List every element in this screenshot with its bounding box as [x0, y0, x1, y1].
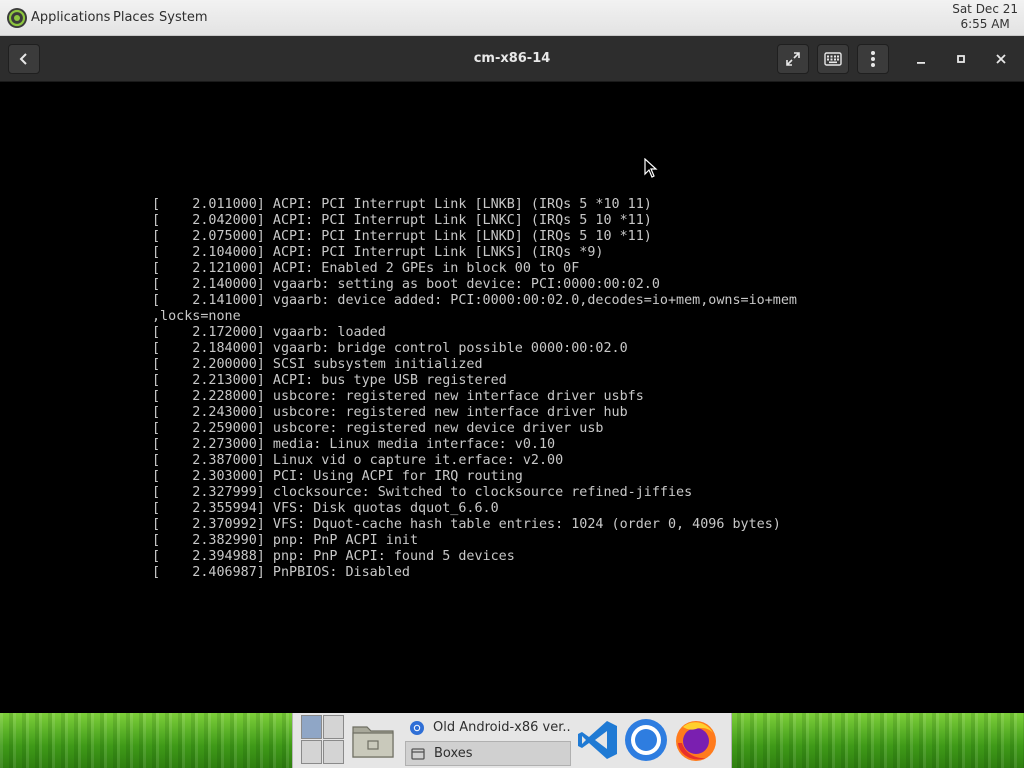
console-line: [ 2.104000] ACPI: PCI Interrupt Link [LN…: [152, 245, 604, 260]
firefox-icon[interactable]: [673, 717, 719, 763]
console-line: [ 2.327999] clocksource: Switched to clo…: [152, 485, 693, 500]
console-line: [ 2.184000] vgaarb: bridge control possi…: [152, 341, 628, 356]
boxes-icon: [411, 747, 425, 760]
window-header: cm-x86-14: [0, 36, 1024, 82]
chromium-icon[interactable]: [623, 717, 669, 763]
console-line: [ 2.243000] usbcore: registered new inte…: [152, 405, 628, 420]
keyboard-button[interactable]: [817, 44, 849, 74]
task-boxes[interactable]: Boxes: [405, 741, 571, 766]
console-line: [ 2.259000] usbcore: registered new devi…: [152, 421, 604, 436]
menu-system[interactable]: System: [159, 10, 207, 26]
console-line: [ 2.140000] vgaarb: setting as boot devi…: [152, 277, 660, 292]
workspace-4[interactable]: [323, 740, 344, 764]
console-line: [ 2.303000] PCI: Using ACPI for IRQ rout…: [152, 469, 523, 484]
task-label: Old Android-x86 ver...: [433, 720, 571, 735]
console-line: ,locks=none: [152, 309, 241, 324]
console-line: [ 2.172000] vgaarb: loaded: [152, 325, 386, 340]
console-line: [ 2.370992] VFS: Dquot-cache hash table …: [152, 517, 781, 532]
clock[interactable]: Sat Dec 21 6:55 AM: [952, 2, 1018, 32]
console-line: [ 2.273000] media: Linux media interface…: [152, 437, 556, 452]
taskbar-dock: Old Android-x86 ver... Boxes: [292, 713, 732, 768]
console-line: [ 2.355994] VFS: Disk quotas dquot_6.6.0: [152, 501, 499, 516]
console-line: [ 2.042000] ACPI: PCI Interrupt Link [LN…: [152, 213, 652, 228]
close-icon: [996, 54, 1006, 64]
mouse-pointer-icon: [644, 158, 658, 178]
workspace-3[interactable]: [301, 740, 322, 764]
vscode-icon[interactable]: [575, 717, 621, 763]
clock-time: 6:55 AM: [960, 17, 1010, 31]
console-line: [ 2.228000] usbcore: registered new inte…: [152, 389, 644, 404]
maximize-button[interactable]: [945, 44, 977, 74]
clock-date: Sat Dec 21: [952, 2, 1018, 16]
window-list: Old Android-x86 ver... Boxes: [403, 713, 573, 768]
console-line: [ 2.394988] pnp: PnP ACPI: found 5 devic…: [152, 549, 515, 564]
console-line: [ 2.075000] ACPI: PCI Interrupt Link [LN…: [152, 229, 652, 244]
chrome-icon: [410, 720, 424, 735]
minimize-icon: [917, 62, 925, 64]
menu-button[interactable]: [857, 44, 889, 74]
console-output: [ 2.011000] ACPI: PCI Interrupt Link [LN…: [152, 197, 797, 581]
workspace-2[interactable]: [323, 715, 344, 739]
keyboard-icon: [824, 52, 842, 66]
menu-applications[interactable]: Applications: [31, 10, 110, 26]
kebab-menu-icon: [871, 51, 875, 67]
menu-places[interactable]: Places: [113, 10, 154, 26]
close-button[interactable]: [985, 44, 1017, 74]
minimize-button[interactable]: [905, 44, 937, 74]
task-label: Boxes: [434, 746, 473, 761]
console-line: [ 2.200000] SCSI subsystem initialized: [152, 357, 483, 372]
maximize-icon: [957, 55, 965, 63]
fullscreen-icon: [786, 52, 800, 66]
workspace-1[interactable]: [301, 715, 322, 739]
console-line: [ 2.011000] ACPI: PCI Interrupt Link [LN…: [152, 197, 652, 212]
console-line: [ 2.406987] PnPBIOS: Disabled: [152, 565, 410, 580]
console-line: [ 2.121000] ACPI: Enabled 2 GPEs in bloc…: [152, 261, 580, 276]
task-old-android[interactable]: Old Android-x86 ver...: [405, 715, 571, 740]
console-line: [ 2.387000] Linux vid o capture it.erfac…: [152, 453, 564, 468]
distro-logo-icon[interactable]: [6, 7, 28, 29]
console-line: [ 2.382990] pnp: PnP ACPI init: [152, 533, 419, 548]
workspace-switcher[interactable]: [301, 715, 345, 765]
top-panel: Applications Places System Sat Dec 21 6:…: [0, 0, 1024, 36]
console-line: [ 2.213000] ACPI: bus type USB registere…: [152, 373, 507, 388]
vm-console-display[interactable]: [ 2.011000] ACPI: PCI Interrupt Link [LN…: [0, 82, 1024, 713]
file-manager-icon[interactable]: [349, 717, 397, 763]
fullscreen-button[interactable]: [777, 44, 809, 74]
console-line: [ 2.141000] vgaarb: device added: PCI:00…: [152, 293, 797, 308]
bottom-panel: Old Android-x86 ver... Boxes: [0, 713, 1024, 768]
